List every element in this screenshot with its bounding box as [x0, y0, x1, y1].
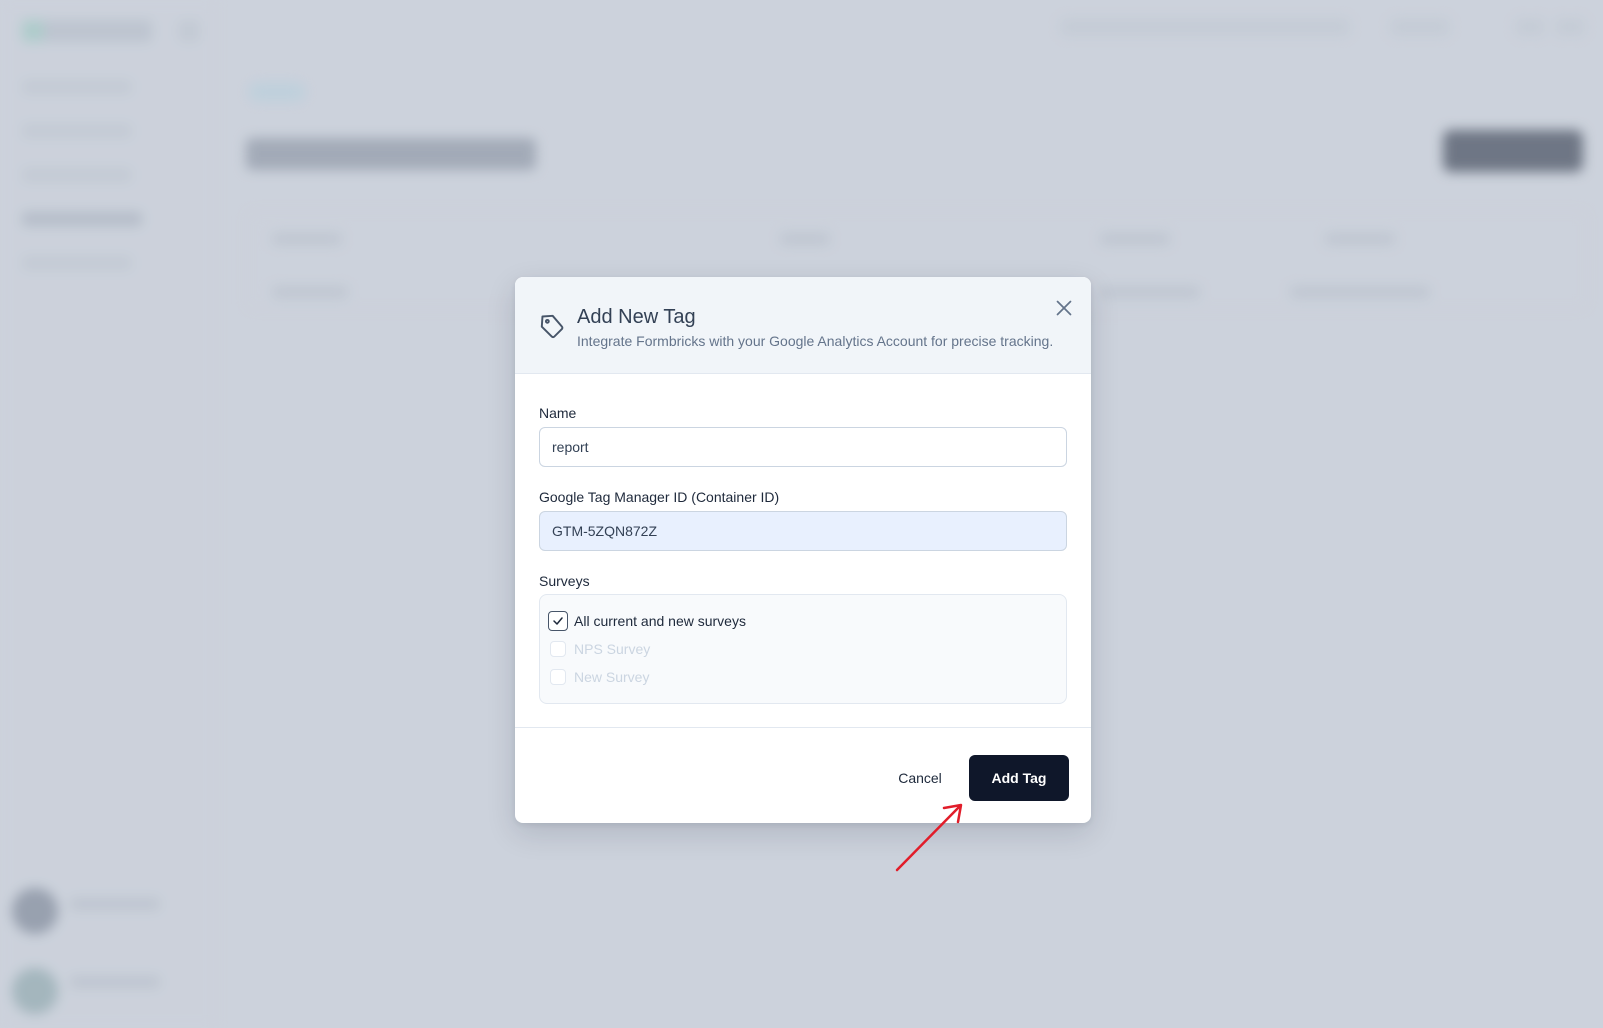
add-tag-dialog: Add New Tag Integrate Formbricks with yo…	[515, 277, 1091, 823]
survey-option-label: New Survey	[574, 669, 650, 685]
checkbox[interactable]	[550, 641, 566, 657]
name-input[interactable]	[539, 427, 1067, 467]
checkbox[interactable]	[550, 669, 566, 685]
survey-option-new[interactable]: New Survey	[550, 666, 649, 688]
surveys-label: Surveys	[539, 573, 590, 589]
survey-option-nps[interactable]: NPS Survey	[550, 638, 650, 660]
survey-option-label: All current and new surveys	[574, 613, 746, 629]
gtm-id-label: Google Tag Manager ID (Container ID)	[539, 489, 780, 505]
tag-icon	[540, 314, 564, 339]
footer-divider	[515, 727, 1091, 728]
survey-option-label: NPS Survey	[574, 641, 651, 657]
surveys-list: All current and new surveys NPS Survey N…	[539, 594, 1067, 704]
survey-option-all[interactable]: All current and new surveys	[548, 610, 746, 632]
check-icon	[553, 617, 563, 625]
gtm-id-input[interactable]	[539, 511, 1067, 551]
dialog-subtitle: Integrate Formbricks with your Google An…	[577, 333, 1054, 349]
dialog-title: Add New Tag	[577, 306, 696, 328]
name-label: Name	[539, 405, 577, 421]
cancel-button[interactable]: Cancel	[880, 755, 960, 801]
add-tag-button[interactable]: Add Tag	[969, 755, 1069, 801]
close-icon[interactable]	[1051, 295, 1077, 321]
checkbox-checked[interactable]	[548, 611, 568, 631]
dialog-header: Add New Tag Integrate Formbricks with yo…	[515, 277, 1091, 374]
